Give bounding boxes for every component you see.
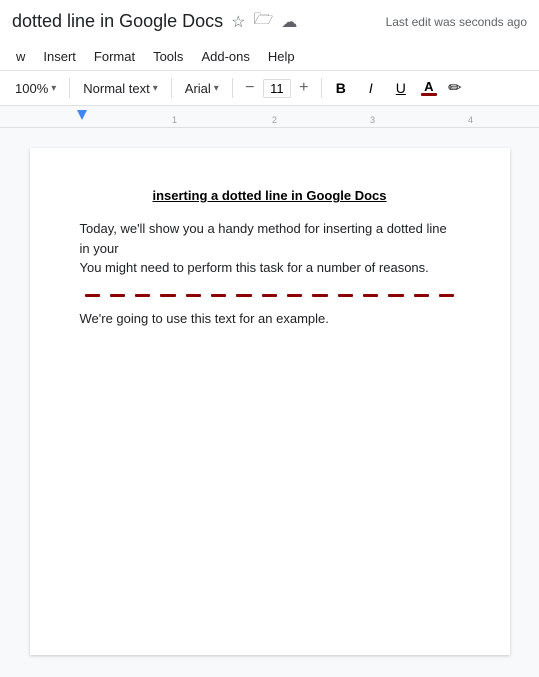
ruler-mark-4: 4 [468, 115, 473, 125]
font-dropdown[interactable]: Arial ▾ [178, 77, 226, 100]
separator-3 [232, 78, 233, 98]
dotted-segment [414, 294, 429, 297]
ruler-mark-2: 2 [272, 115, 277, 125]
separator-1 [69, 78, 70, 98]
folder-icon[interactable]: 🗁 [253, 8, 273, 35]
menu-bar: w Insert Format Tools Add-ons Help [0, 43, 539, 71]
star-icon[interactable]: ☆ [231, 12, 245, 32]
dotted-segment [211, 294, 226, 297]
menu-item-insert[interactable]: Insert [35, 45, 84, 68]
dotted-segment [287, 294, 302, 297]
dotted-segment [338, 294, 353, 297]
document-area: inserting a dotted line in Google Docs T… [0, 128, 539, 675]
title-icons: ☆ 🗁 ☁ [231, 8, 297, 35]
document-title[interactable]: dotted line in Google Docs [12, 11, 223, 32]
ruler: 1 2 3 4 [0, 106, 539, 128]
zoom-dropdown[interactable]: 100% ▾ [8, 77, 63, 100]
document-body-text[interactable]: Today, we'll show you a handy method for… [80, 219, 460, 278]
document-heading: inserting a dotted line in Google Docs [80, 188, 460, 203]
menu-item-addons[interactable]: Add-ons [193, 45, 257, 68]
menu-item-format[interactable]: Format [86, 45, 143, 68]
ruler-mark-1: 1 [172, 115, 177, 125]
cloud-icon[interactable]: ☁ [281, 12, 297, 32]
last-edit-status: Last edit was seconds ago [386, 15, 527, 29]
font-color-letter: A [424, 80, 433, 93]
font-color-button[interactable]: A [418, 75, 440, 101]
dotted-segment [160, 294, 175, 297]
font-size-area: − 11 + [239, 77, 315, 99]
underline-button[interactable]: U [388, 75, 414, 101]
menu-item-tools[interactable]: Tools [145, 45, 191, 68]
font-label: Arial [185, 81, 211, 96]
dotted-segment [262, 294, 277, 297]
zoom-value: 100% [15, 81, 48, 96]
document-example-text[interactable]: We're going to use this text for an exam… [80, 311, 460, 326]
font-color-bar [421, 93, 437, 96]
highlighter-button[interactable]: ✏ [444, 75, 466, 101]
font-size-increase-button[interactable]: + [293, 77, 315, 99]
menu-item-help[interactable]: Help [260, 45, 303, 68]
dotted-segment [135, 294, 150, 297]
ruler-mark-3: 3 [370, 115, 375, 125]
toolbar: 100% ▾ Normal text ▾ Arial ▾ − 11 + B I … [0, 71, 539, 106]
dotted-segment [439, 294, 454, 297]
zoom-chevron-icon: ▾ [51, 83, 56, 94]
style-chevron-icon: ▾ [153, 83, 158, 94]
dotted-segment [363, 294, 378, 297]
italic-button[interactable]: I [358, 75, 384, 101]
font-size-input[interactable]: 11 [263, 79, 291, 98]
dotted-segment [85, 294, 100, 297]
dotted-segment [236, 294, 251, 297]
bold-button[interactable]: B [328, 75, 354, 101]
font-chevron-icon: ▾ [214, 83, 219, 94]
ruler-tab[interactable] [77, 110, 87, 120]
dotted-segment [110, 294, 125, 297]
separator-2 [171, 78, 172, 98]
document-page: inserting a dotted line in Google Docs T… [30, 148, 510, 655]
menu-item-file[interactable]: w [8, 45, 33, 68]
dotted-line [80, 294, 460, 297]
style-dropdown[interactable]: Normal text ▾ [76, 77, 165, 100]
dotted-segment [186, 294, 201, 297]
ruler-inner: 1 2 3 4 [12, 106, 527, 127]
title-bar: dotted line in Google Docs ☆ 🗁 ☁ Last ed… [0, 0, 539, 43]
dotted-segment [388, 294, 403, 297]
style-label: Normal text [83, 81, 149, 96]
separator-4 [321, 78, 322, 98]
dotted-segment [312, 294, 327, 297]
font-size-decrease-button[interactable]: − [239, 77, 261, 99]
